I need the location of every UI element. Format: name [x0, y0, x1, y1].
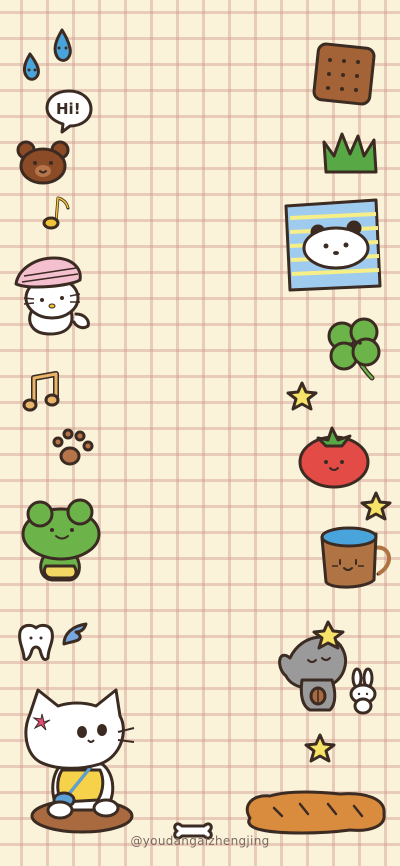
grass-icon — [322, 130, 380, 176]
star-icon — [360, 490, 392, 522]
bread-loaf-icon — [240, 788, 390, 836]
blue-wings-icon — [60, 620, 90, 650]
bear-face-icon — [14, 138, 74, 188]
biscuit-icon — [312, 42, 376, 106]
bunny-icon — [346, 667, 380, 716]
clover-icon — [324, 316, 384, 382]
double-music-note-icon — [22, 370, 66, 414]
star-icon — [304, 732, 336, 764]
frog-icon — [18, 496, 104, 586]
water-drops-icon — [16, 26, 80, 90]
speech-bubble-text: Hi! — [56, 100, 81, 118]
white-cat-icon — [20, 684, 146, 836]
tooth-icon — [14, 622, 58, 664]
music-note-icon — [40, 194, 74, 230]
star-icon — [286, 380, 318, 412]
paw-print-icon — [50, 426, 98, 468]
watermark-text: @youdangaizhengjing — [130, 834, 270, 848]
panda-blanket-icon — [284, 198, 382, 294]
pink-hat-kitty-icon — [10, 252, 100, 342]
speech-bubble-icon: Hi! — [44, 88, 94, 134]
coffee-mug-icon — [316, 524, 398, 592]
tomato-icon — [296, 424, 372, 490]
